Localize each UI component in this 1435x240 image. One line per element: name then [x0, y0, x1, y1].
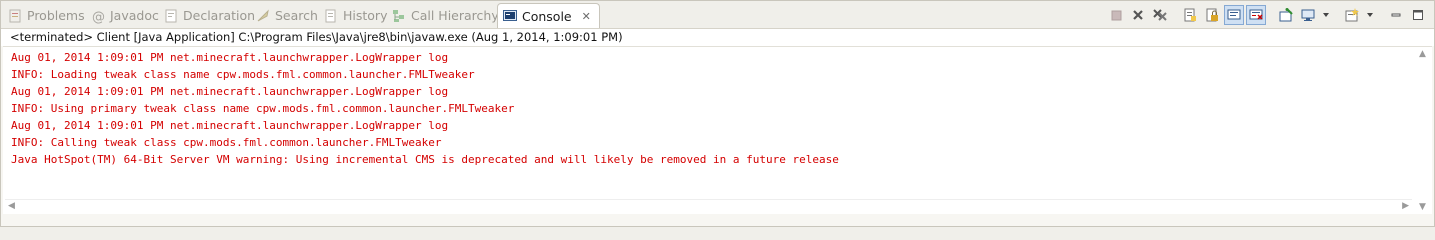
- svg-text:@: @: [92, 10, 105, 24]
- tab-label: Call Hierarchy: [411, 8, 499, 23]
- console-line: Java HotSpot(TM) 64-Bit Server VM warnin…: [11, 153, 839, 166]
- remove-launch-icon[interactable]: [1128, 5, 1148, 25]
- show-on-stdout-icon[interactable]: [1224, 5, 1244, 25]
- clear-console-icon[interactable]: [1180, 5, 1200, 25]
- vertical-scrollbar[interactable]: ▲ ▼: [1414, 47, 1432, 214]
- display-console-icon[interactable]: [1298, 5, 1318, 25]
- console-lines: Aug 01, 2014 1:09:01 PM net.minecraft.la…: [11, 49, 839, 168]
- tab-history[interactable]: History: [323, 4, 387, 27]
- minimize-icon[interactable]: [1386, 5, 1406, 25]
- tab-javadoc[interactable]: @ Javadoc: [90, 4, 159, 27]
- problems-icon: [7, 8, 23, 24]
- open-console-icon[interactable]: [1342, 5, 1362, 25]
- tab-label: Declaration: [183, 8, 256, 23]
- open-console-dropdown-icon[interactable]: [1364, 5, 1376, 25]
- javadoc-icon: @: [90, 8, 106, 25]
- tab-label: Search: [275, 8, 318, 23]
- console-view: Problems @ Javadoc Declaration Search Hi…: [0, 0, 1435, 227]
- console-toolbar: [1104, 5, 1428, 25]
- pin-console-icon[interactable]: [1276, 5, 1296, 25]
- tab-call-hierarchy[interactable]: Call Hierarchy: [391, 4, 499, 27]
- tab-label: Console: [522, 8, 572, 24]
- call-hierarchy-icon: [391, 8, 407, 24]
- console-line: INFO: Using primary tweak class name cpw…: [11, 102, 515, 115]
- declaration-icon: [163, 8, 179, 24]
- console-line: Aug 01, 2014 1:09:01 PM net.minecraft.la…: [11, 119, 449, 132]
- tab-console[interactable]: Console ✕: [497, 3, 600, 28]
- tab-problems[interactable]: Problems: [7, 4, 85, 27]
- display-console-dropdown-icon[interactable]: [1320, 5, 1332, 25]
- console-line: INFO: Loading tweak class name cpw.mods.…: [11, 68, 475, 81]
- tab-label: Javadoc: [110, 8, 159, 23]
- scroll-down-icon[interactable]: ▼: [1419, 202, 1426, 212]
- scroll-lock-icon[interactable]: [1202, 5, 1222, 25]
- close-icon[interactable]: ✕: [582, 10, 591, 23]
- tab-label: Problems: [27, 8, 85, 23]
- console-icon: [502, 8, 518, 24]
- search-icon: [255, 8, 271, 24]
- console-output[interactable]: Aug 01, 2014 1:09:01 PM net.minecraft.la…: [3, 46, 1432, 214]
- tab-declaration[interactable]: Declaration: [163, 4, 255, 27]
- remove-all-terminated-icon[interactable]: [1150, 5, 1170, 25]
- console-line: Aug 01, 2014 1:09:01 PM net.minecraft.la…: [11, 85, 449, 98]
- scroll-right-icon[interactable]: ▶: [1402, 201, 1409, 211]
- horizontal-scrollbar[interactable]: ◀ ▶: [5, 199, 1412, 214]
- tab-search[interactable]: Search: [255, 4, 318, 27]
- maximize-icon[interactable]: [1408, 5, 1428, 25]
- show-on-stderr-icon[interactable]: [1246, 5, 1266, 25]
- console-line: Aug 01, 2014 1:09:01 PM net.minecraft.la…: [11, 51, 449, 64]
- process-label: <terminated> Client [Java Application] C…: [1, 29, 1434, 46]
- console-line: INFO: Calling tweak class cpw.mods.fml.c…: [11, 136, 442, 149]
- scroll-up-icon[interactable]: ▲: [1419, 49, 1426, 59]
- scroll-left-icon[interactable]: ◀: [8, 201, 15, 211]
- history-icon: [323, 8, 339, 24]
- tab-bar: Problems @ Javadoc Declaration Search Hi…: [1, 1, 1434, 29]
- terminate-icon[interactable]: [1106, 5, 1126, 25]
- tab-label: History: [343, 8, 388, 23]
